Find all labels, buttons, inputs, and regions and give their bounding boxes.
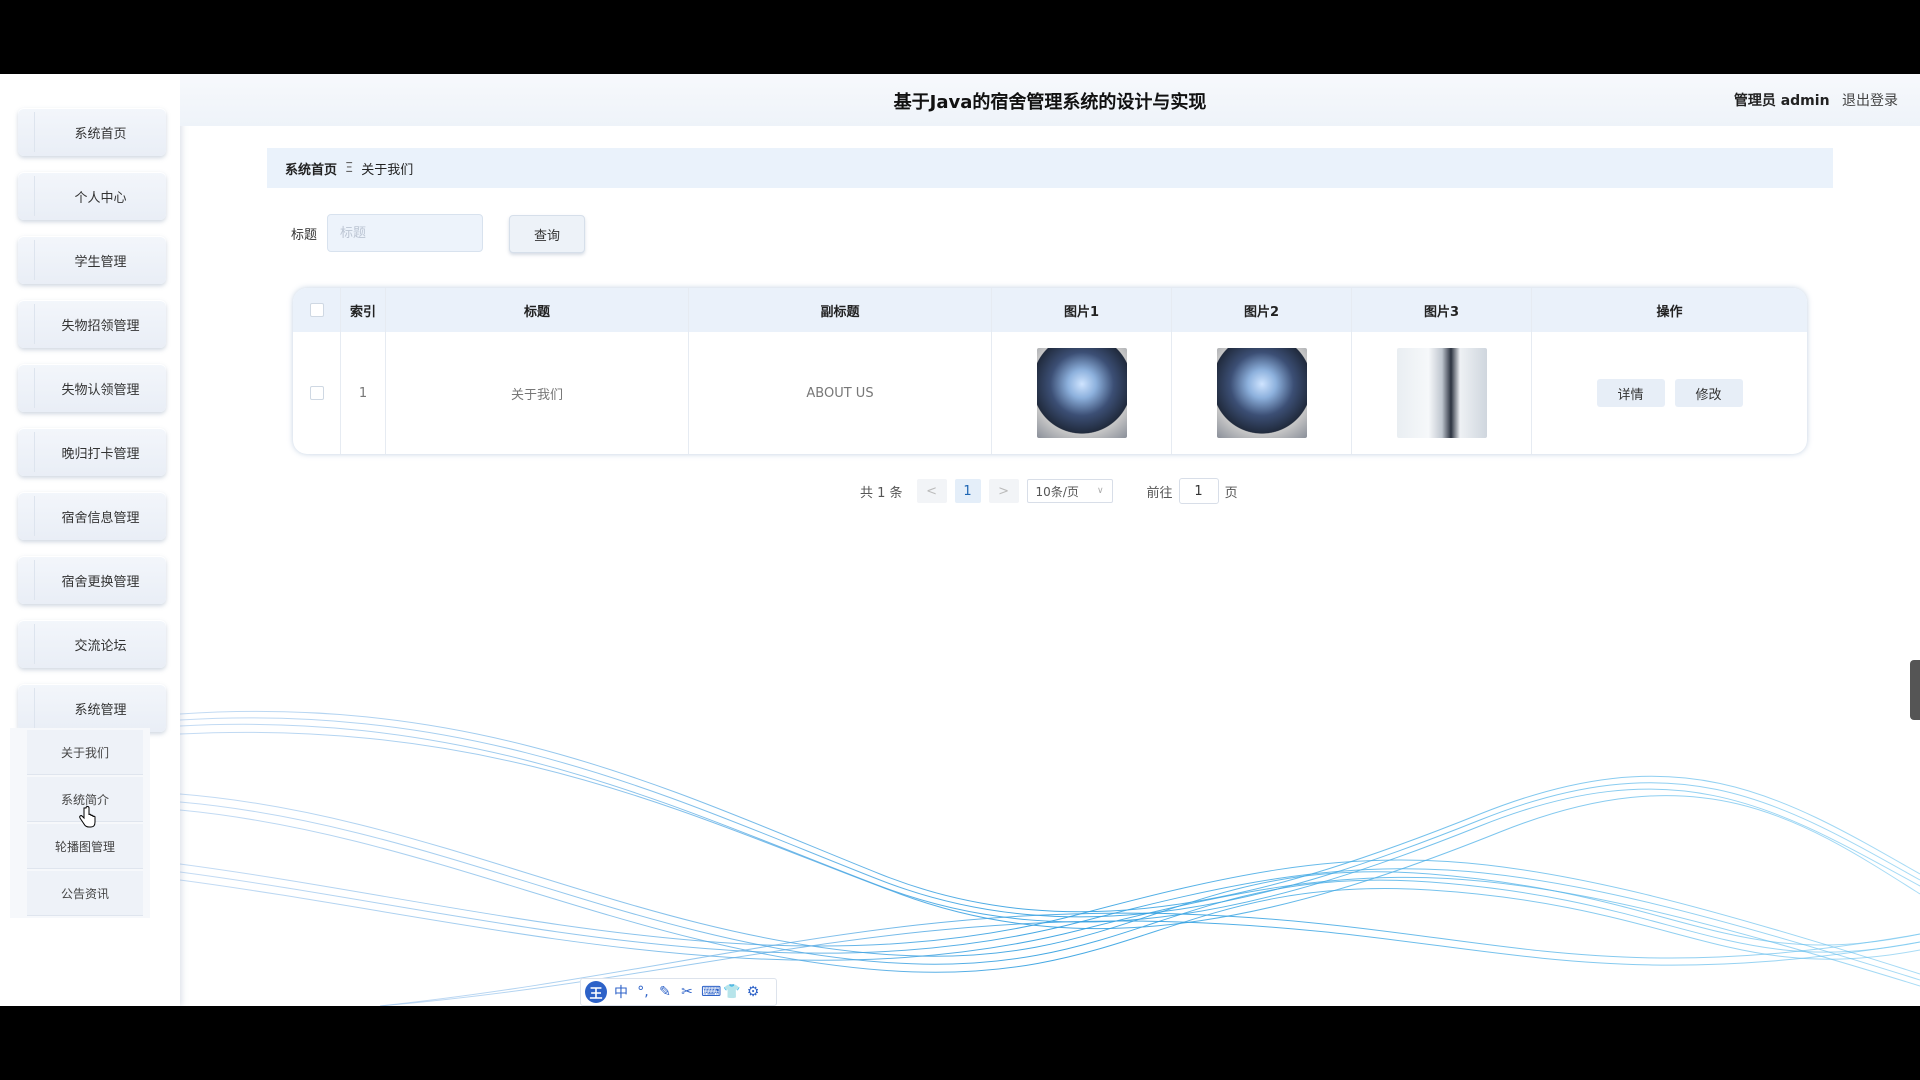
breadcrumb: 系统首页 Ξ 关于我们 [267,148,1833,188]
row-image1-cell [992,332,1172,454]
query-button[interactable]: 查询 [509,215,585,253]
top-header: 基于Java的宿舍管理系统的设计与实现 管理员 admin 退出登录 [180,74,1920,126]
total-count: 共 1 条 [860,485,903,501]
ime-language-toggle[interactable]: 中 [613,982,629,1002]
sidebar-item-lost-claim[interactable]: 失物认领管理 [18,364,166,412]
breadcrumb-current: 关于我们 [361,162,414,178]
header-image3: 图片3 [1352,288,1532,332]
sidebar-subitem-news[interactable]: 公告资讯 [27,871,143,916]
breadcrumb-separator: Ξ [345,160,354,176]
row-title: 关于我们 [386,332,689,454]
header-subtitle: 副标题 [689,288,992,332]
sidebar-item-students[interactable]: 学生管理 [18,236,166,284]
row-image2-cell [1172,332,1352,454]
sidebar-item-system[interactable]: 系统管理 [18,684,166,732]
sidebar-item-late-checkin[interactable]: 晚归打卡管理 [18,428,166,476]
page-number-button[interactable]: 1 [954,479,981,503]
table-row: 1 关于我们 ABOUT US 详情 修改 [293,332,1807,454]
page-unit-label: 页 [1224,485,1238,501]
sidebar-item-dorm-change[interactable]: 宿舍更换管理 [18,556,166,604]
gear-icon[interactable]: ⚙ [745,984,761,1000]
page-size-value: 10条/页 [1035,484,1079,499]
skin-icon[interactable]: 👕 [723,984,740,1000]
header-image2: 图片2 [1172,288,1352,332]
detail-button[interactable]: 详情 [1596,379,1665,407]
sidebar-item-home[interactable]: 系统首页 [18,108,166,156]
table-header: 索引 标题 副标题 图片1 图片2 图片3 操作 [293,288,1807,332]
sidebar-item-forum[interactable]: 交流论坛 [18,620,166,668]
row-select-cell [293,332,341,454]
page-title: 基于Java的宿舍管理系统的设计与实现 [893,92,1207,113]
user-area: 管理员 admin 退出登录 [1734,90,1898,110]
scissors-icon[interactable]: ✂ [679,984,695,1000]
search-label: 标题 [291,228,318,243]
header-title: 标题 [386,288,689,332]
row-image3-cell [1352,332,1532,454]
goto-page-input[interactable]: 1 [1178,478,1219,504]
letterbox-top [0,0,1920,74]
prev-page-button[interactable]: < [916,479,947,503]
ime-logo[interactable]: 王 [585,981,607,1003]
row-actions: 详情 修改 [1532,332,1807,454]
header-actions: 操作 [1656,304,1683,320]
sidebar-subitem-carousel[interactable]: 轮播图管理 [27,824,143,869]
row-subtitle: ABOUT US [689,332,992,454]
sidebar-item-profile[interactable]: 个人中心 [18,172,166,220]
image1-thumbnail[interactable] [1036,348,1127,438]
pen-icon[interactable]: ✎ [657,984,673,1000]
next-page-button[interactable]: > [988,479,1019,503]
sidebar: 系统首页 个人中心 学生管理 失物招领管理 失物认领管理 晚归打卡管理 宿舍信息… [0,74,180,1006]
sidebar-item-dorm-info[interactable]: 宿舍信息管理 [18,492,166,540]
goto-label: 前往 [1146,485,1173,501]
image3-thumbnail[interactable] [1396,348,1487,438]
punctuation-icon[interactable]: °, [635,984,651,1000]
user-role: 管理员 admin [1733,93,1830,109]
row-checkbox[interactable] [309,386,324,400]
edit-button[interactable]: 修改 [1674,379,1743,407]
chevron-down-icon: ∨ [1096,486,1104,496]
ime-toolbar: 王 中 °, ✎ ✂ ⌨ 👕 ⚙ [580,978,777,1006]
sidebar-subitem-about[interactable]: 关于我们 [27,730,143,775]
breadcrumb-home[interactable]: 系统首页 [285,159,337,178]
data-table: 索引 标题 副标题 图片1 图片2 图片3 操作 1 关于我们 ABOUT US… [293,288,1807,454]
letterbox-bottom [0,1006,1920,1080]
pagination: 共 1 条 < 1 > 10条/页 ∨ 前往 1 页 [860,478,1238,504]
select-all-checkbox[interactable] [309,303,324,317]
side-scroll-handle[interactable] [1910,660,1920,720]
header-image1: 图片1 [992,288,1172,332]
header-index: 索引 [341,288,386,332]
image2-thumbnail[interactable] [1216,348,1307,438]
logout-link[interactable]: 退出登录 [1842,93,1898,109]
page-size-select[interactable]: 10条/页 ∨ [1026,479,1113,503]
title-search-input[interactable] [327,214,483,252]
app-viewport: 系统首页 个人中心 学生管理 失物招领管理 失物认领管理 晚归打卡管理 宿舍信息… [0,74,1920,1006]
keyboard-icon[interactable]: ⌨ [701,984,721,1000]
row-index: 1 [341,332,386,454]
wave-background [180,711,1920,1006]
select-all-cell [293,288,341,332]
sidebar-item-lost-found[interactable]: 失物招领管理 [18,300,166,348]
hand-cursor-icon [79,806,96,828]
